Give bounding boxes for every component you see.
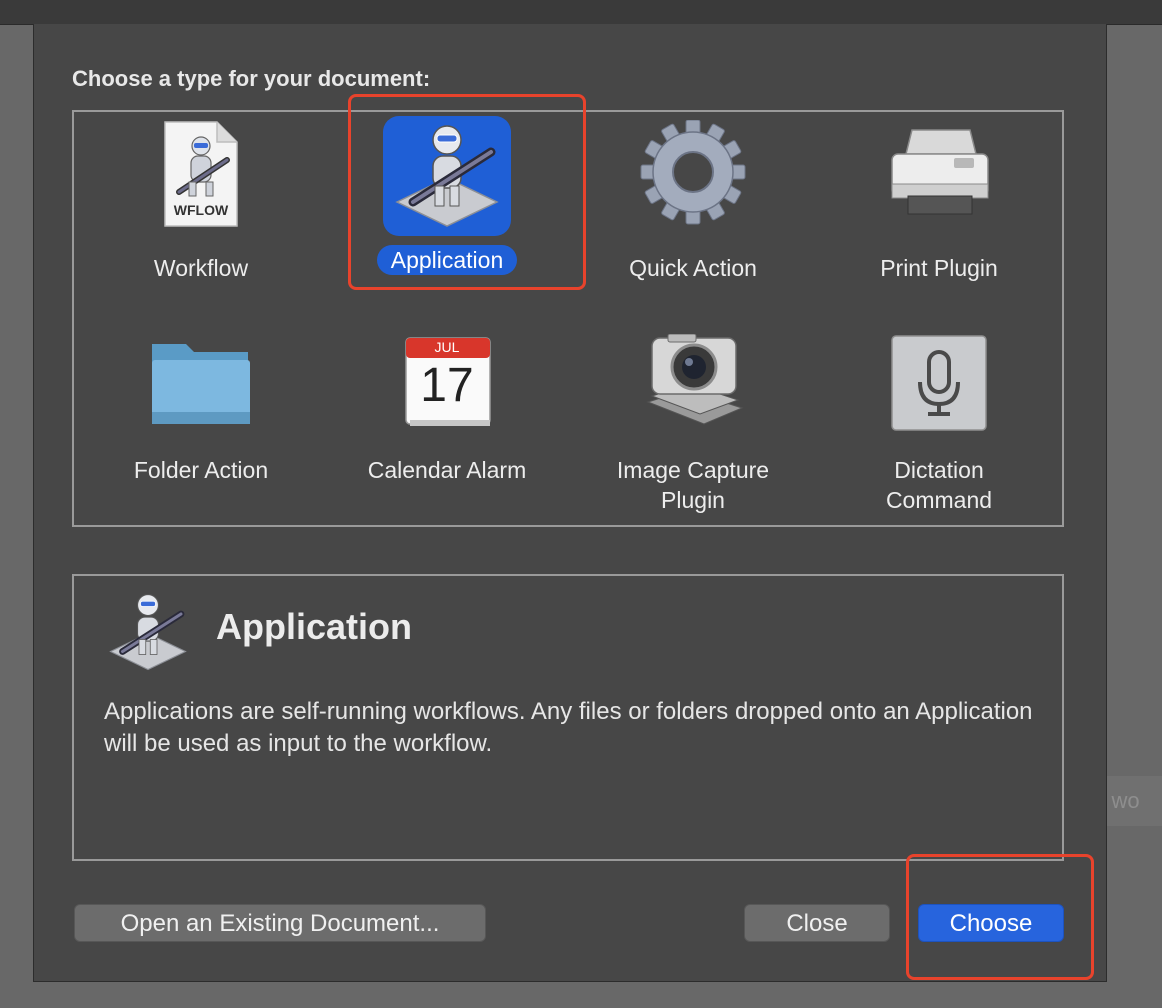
background-window-text: r wo (1106, 776, 1162, 826)
type-label-line2: Plugin (661, 487, 725, 513)
type-image-capture-plugin[interactable]: Image Capture Plugin (570, 333, 816, 514)
close-button[interactable]: Close (744, 904, 890, 942)
type-dictation-command[interactable]: Dictation Command (816, 334, 1062, 514)
type-label: Application (376, 245, 518, 275)
dialog-prompt: Choose a type for your document: (72, 66, 431, 91)
folder-icon (148, 334, 254, 444)
printer-icon (884, 120, 994, 230)
description-panel: Application Applications are self-runnin… (72, 574, 1064, 861)
type-label-line1: Dictation (894, 457, 984, 483)
type-calendar-alarm[interactable]: JUL 17 Calendar Alarm (324, 334, 570, 514)
type-label: Calendar Alarm (367, 457, 527, 483)
document-type-grid: WFLOW Workflow Application Quick Action … (72, 110, 1064, 527)
type-label: Quick Action (629, 255, 757, 281)
gear-icon (636, 119, 750, 230)
type-label: Folder Action (133, 457, 269, 483)
description-title: Application (216, 606, 412, 647)
automator-robot-icon (100, 584, 196, 680)
window-titlebar (0, 0, 1162, 25)
type-label-line1: Image Capture (616, 457, 770, 483)
choose-button[interactable]: Choose (918, 904, 1064, 942)
wflow-document-icon: WFLOW (151, 120, 251, 230)
microphone-icon (890, 334, 988, 444)
calendar-month: JUL (434, 339, 460, 355)
type-label: Print Plugin (880, 255, 998, 281)
type-application[interactable]: Application (324, 114, 570, 290)
wflow-icon-text: WFLOW (173, 202, 229, 218)
automator-robot-icon (383, 116, 511, 236)
description-text: Applications are self-running workflows.… (104, 698, 1033, 757)
type-label-line2: Command (885, 487, 993, 513)
type-print-plugin[interactable]: Print Plugin (816, 120, 1062, 290)
calendar-day: 17 (420, 359, 474, 412)
open-existing-document-button[interactable]: Open an Existing Document... (74, 904, 486, 942)
type-folder-action[interactable]: Folder Action (78, 334, 324, 514)
calendar-icon: JUL 17 (400, 334, 494, 444)
type-workflow[interactable]: WFLOW Workflow (78, 120, 324, 290)
type-quick-action[interactable]: Quick Action (570, 119, 816, 290)
camera-icon (638, 333, 748, 444)
type-label: Workflow (153, 255, 249, 281)
